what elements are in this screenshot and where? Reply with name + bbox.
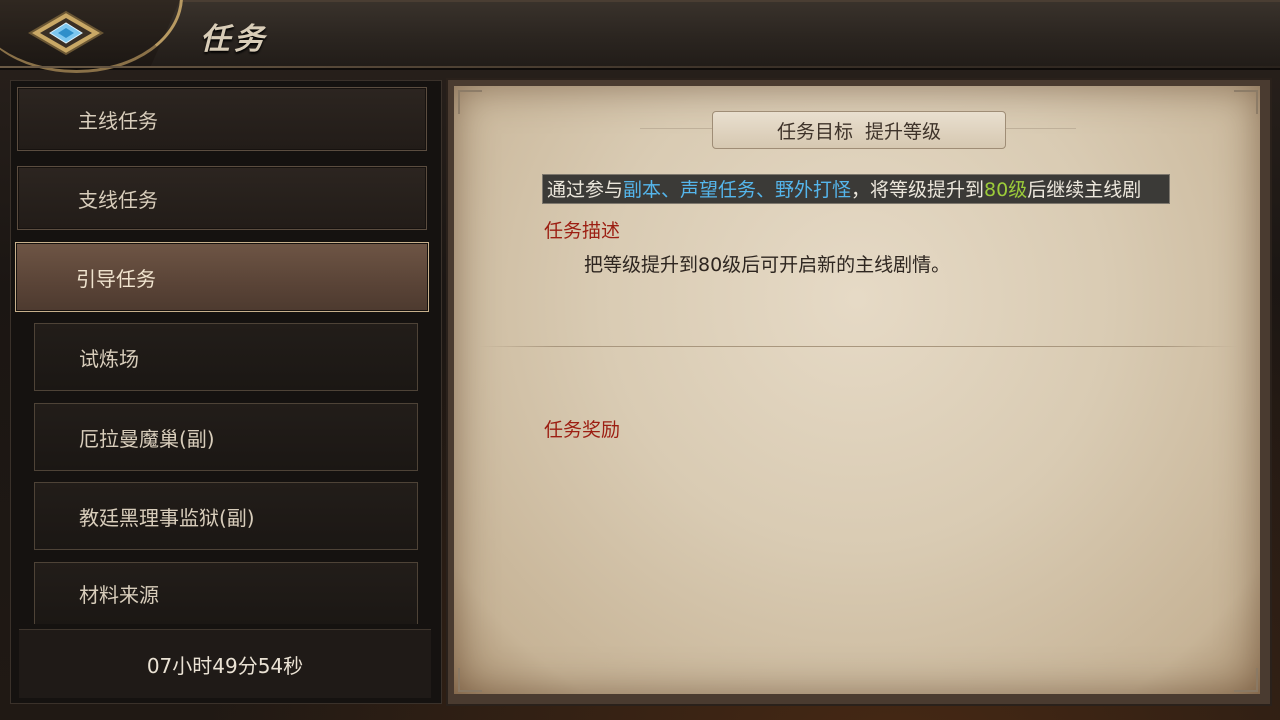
list-item-label: 试炼场 — [79, 346, 139, 371]
top-bar — [0, 0, 1280, 70]
list-item-material-source[interactable]: 材料来源 — [34, 562, 418, 624]
page-title: 任务 — [200, 22, 268, 57]
corner-ornament — [1234, 90, 1258, 114]
goal-text-part: 通过参与 — [547, 179, 624, 201]
goal-text-level: 80级 — [984, 179, 1028, 201]
section-divider — [478, 346, 1238, 347]
quest-goal-text: 通过参与副本、声望任务、野外打怪，将等级提升到80级后继续主线剧 — [542, 174, 1170, 204]
quest-category-sidebar: 主线任务 支线任务 引导任务 试炼场 厄拉曼魔巢(副) 教廷黑理事监狱(副) 材… — [10, 80, 442, 704]
tab-label: 支线任务 — [78, 187, 158, 212]
goal-text-highlight: 副本、声望任务、野外打怪 — [623, 179, 852, 201]
goal-line-right — [1004, 128, 1076, 129]
countdown-timer: 07小时49分54秒 — [19, 629, 431, 698]
quest-description: 把等级提升到80级后可开启新的主线剧情。 — [584, 254, 951, 276]
goal-line-left — [640, 128, 712, 129]
tab-label: 引导任务 — [76, 266, 156, 291]
corner-ornament — [458, 668, 482, 692]
goal-text-part: ，将等级提升到 — [851, 179, 985, 201]
corner-ornament — [458, 90, 482, 114]
back-button[interactable] — [28, 10, 104, 56]
tab-main-quest[interactable]: 主线任务 — [17, 87, 427, 151]
tab-label: 主线任务 — [78, 108, 158, 133]
reward-label: 任务奖励 — [544, 419, 621, 441]
list-item-label: 材料来源 — [79, 583, 159, 607]
quest-goal-banner: 任务目标 提升等级 — [712, 111, 1006, 149]
list-item-label: 厄拉曼魔巢(副) — [79, 426, 215, 451]
goal-text-part: 后继续主线剧 — [1027, 179, 1142, 201]
list-item-trial-ground[interactable]: 试炼场 — [34, 323, 418, 391]
list-item-label: 教廷黑理事监狱(副) — [79, 505, 255, 530]
list-item-church-prison[interactable]: 教廷黑理事监狱(副) — [34, 482, 418, 550]
list-item-eraman-lair[interactable]: 厄拉曼魔巢(副) — [34, 403, 418, 471]
goal-title: 任务目标 — [776, 120, 853, 143]
diamond-back-icon — [28, 10, 104, 56]
tab-side-quest[interactable]: 支线任务 — [17, 166, 427, 230]
tab-guide-quest[interactable]: 引导任务 — [15, 242, 429, 312]
corner-ornament — [1234, 668, 1258, 692]
goal-value: 提升等级 — [865, 120, 942, 143]
description-label: 任务描述 — [544, 220, 621, 242]
header-divider — [0, 66, 1280, 68]
